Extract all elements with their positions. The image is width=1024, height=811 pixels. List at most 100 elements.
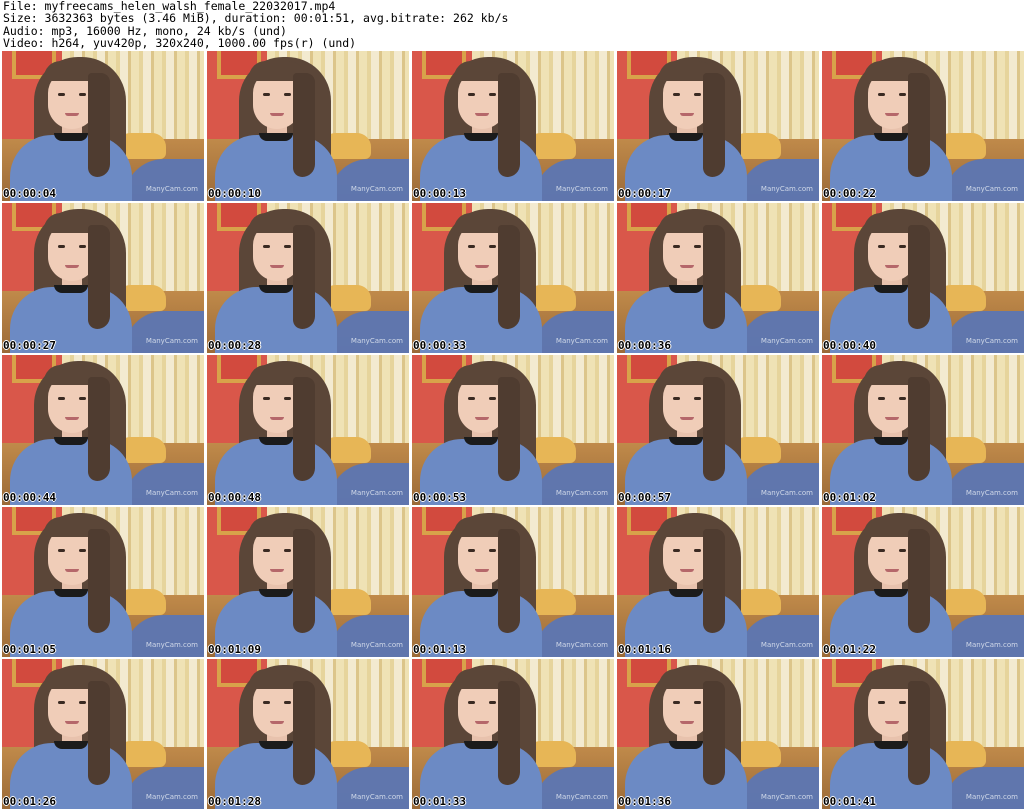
pillow <box>735 437 781 463</box>
hair-strand <box>908 225 930 329</box>
video-thumbnail: ManyCam.com 00:00:28 <box>207 203 409 353</box>
left-eye <box>673 397 680 400</box>
left-eye <box>673 701 680 704</box>
hair-strand <box>88 225 110 329</box>
pillow <box>735 741 781 767</box>
sweater-collar <box>669 133 703 141</box>
pillow <box>530 437 576 463</box>
right-eye <box>899 245 906 248</box>
mouth <box>270 569 284 572</box>
mouth <box>475 721 489 724</box>
file-size-line: Size: 3632363 bytes (3.46 MiB), duration… <box>3 11 509 26</box>
thumbnail-timestamp: 00:00:57 <box>618 491 671 504</box>
thumbnail-timestamp: 00:01:28 <box>208 795 261 808</box>
mouth <box>885 265 899 268</box>
thumbnail-timestamp: 00:01:05 <box>3 643 56 656</box>
mouth <box>885 417 899 420</box>
sweater-collar <box>54 285 88 293</box>
thumbnail-timestamp: 00:01:33 <box>413 795 466 808</box>
watermark: ManyCam.com <box>760 337 813 345</box>
watermark: ManyCam.com <box>555 793 608 801</box>
mouth <box>885 569 899 572</box>
watermark: ManyCam.com <box>145 185 198 193</box>
mouth <box>65 721 79 724</box>
thumbnail-timestamp: 00:00:40 <box>823 339 876 352</box>
left-eye <box>468 549 475 552</box>
file-info-header: File: myfreecams_helen_walsh_female_2203… <box>3 0 1021 50</box>
pillow <box>530 589 576 615</box>
thumbnail-timestamp: 00:00:53 <box>413 491 466 504</box>
video-thumbnail: ManyCam.com 00:00:27 <box>2 203 204 353</box>
video-thumbnail: ManyCam.com 00:00:13 <box>412 51 614 201</box>
mouth <box>65 417 79 420</box>
mouth <box>680 721 694 724</box>
thumbnail-timestamp: 00:00:33 <box>413 339 466 352</box>
hair-strand <box>908 529 930 633</box>
mouth <box>270 721 284 724</box>
hair-strand <box>293 73 315 177</box>
watermark: ManyCam.com <box>555 337 608 345</box>
video-thumbnail: ManyCam.com 00:01:16 <box>617 507 819 657</box>
left-eye <box>878 549 885 552</box>
thumbnail-timestamp: 00:00:44 <box>3 491 56 504</box>
watermark: ManyCam.com <box>760 185 813 193</box>
sweater-collar <box>669 741 703 749</box>
thumbnail-timestamp: 00:00:17 <box>618 187 671 200</box>
hair-strand <box>908 377 930 481</box>
left-eye <box>468 701 475 704</box>
right-eye <box>694 701 701 704</box>
thumbnail-timestamp: 00:01:02 <box>823 491 876 504</box>
thumbnail-timestamp: 00:00:28 <box>208 339 261 352</box>
right-eye <box>79 701 86 704</box>
mouth <box>270 113 284 116</box>
mouth <box>680 569 694 572</box>
sweater-collar <box>874 285 908 293</box>
thumbnail-timestamp: 00:01:22 <box>823 643 876 656</box>
left-eye <box>673 93 680 96</box>
mouth <box>680 113 694 116</box>
right-eye <box>284 701 291 704</box>
sweater-collar <box>464 589 498 597</box>
right-eye <box>489 549 496 552</box>
hair-strand <box>88 529 110 633</box>
pillow <box>120 285 166 311</box>
pillow <box>940 589 986 615</box>
thumbnail-timestamp: 00:00:22 <box>823 187 876 200</box>
sweater-collar <box>874 589 908 597</box>
sweater-collar <box>874 133 908 141</box>
pillow <box>325 285 371 311</box>
mouth <box>65 569 79 572</box>
thumbnail-timestamp: 00:01:09 <box>208 643 261 656</box>
video-thumbnail: ManyCam.com 00:01:26 <box>2 659 204 809</box>
right-eye <box>79 549 86 552</box>
hair-strand <box>293 681 315 785</box>
left-eye <box>673 549 680 552</box>
watermark: ManyCam.com <box>350 641 403 649</box>
video-thumbnail: ManyCam.com 00:00:04 <box>2 51 204 201</box>
video-thumbnail: ManyCam.com 00:00:44 <box>2 355 204 505</box>
pillow <box>120 437 166 463</box>
watermark: ManyCam.com <box>965 641 1018 649</box>
pillow <box>120 741 166 767</box>
thumbnail-timestamp: 00:01:16 <box>618 643 671 656</box>
hair-strand <box>498 529 520 633</box>
sweater-collar <box>259 133 293 141</box>
mouth <box>65 265 79 268</box>
right-eye <box>284 93 291 96</box>
hair-strand <box>908 73 930 177</box>
hair-strand <box>293 529 315 633</box>
right-eye <box>899 701 906 704</box>
mouth <box>270 265 284 268</box>
hair-strand <box>293 377 315 481</box>
video-thumbnail: ManyCam.com 00:00:57 <box>617 355 819 505</box>
hair-strand <box>498 377 520 481</box>
mouth <box>680 417 694 420</box>
sweater-collar <box>464 285 498 293</box>
video-thumbnail: ManyCam.com 00:00:40 <box>822 203 1024 353</box>
hair-strand <box>293 225 315 329</box>
hair-strand <box>498 73 520 177</box>
right-eye <box>489 397 496 400</box>
left-eye <box>878 397 885 400</box>
sweater-collar <box>259 285 293 293</box>
pillow <box>530 133 576 159</box>
